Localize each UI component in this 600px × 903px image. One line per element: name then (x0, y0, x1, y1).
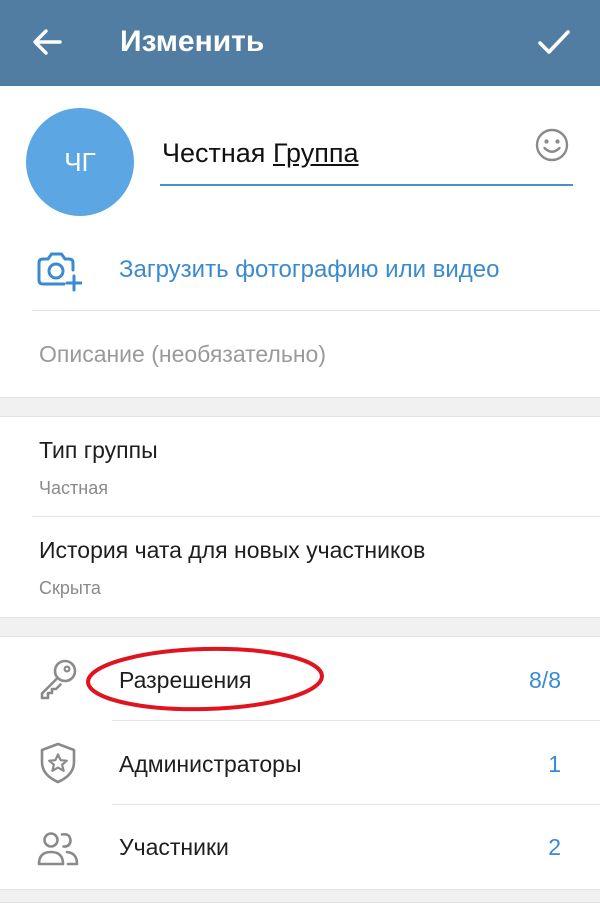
section-divider (0, 889, 600, 903)
upload-photo-link[interactable]: Загрузить фотографию или видео (119, 255, 500, 285)
chat-history-label: История чата для новых участников (39, 537, 426, 563)
members-label: Участники (119, 834, 229, 860)
divider (112, 720, 600, 721)
members-count: 2 (548, 834, 561, 860)
administrators-label: Администраторы (119, 751, 302, 777)
group-name-word-2: Группа (272, 138, 359, 168)
divider (112, 804, 600, 805)
group-name-field[interactable]: Честная Группа (160, 118, 573, 186)
key-icon (40, 659, 77, 700)
checkmark-icon[interactable] (536, 25, 572, 59)
avatar-initials: ЧГ (64, 147, 96, 177)
group-name-value[interactable]: Честная Группа (162, 136, 359, 170)
section-divider (0, 617, 600, 637)
permissions-count: 8/8 (529, 667, 561, 693)
page-title: Изменить (120, 25, 265, 58)
group-avatar[interactable]: ЧГ (26, 108, 134, 216)
description-input[interactable]: Описание (необязательно) (39, 339, 326, 369)
group-type-label: Тип группы (39, 437, 158, 463)
shield-star-icon (40, 742, 76, 784)
group-name-word-1: Честная (162, 138, 266, 168)
highlight-ellipse (86, 646, 324, 712)
divider (32, 516, 600, 517)
section-divider (0, 397, 600, 417)
divider (32, 310, 600, 311)
arrow-left-icon[interactable] (30, 25, 64, 59)
smiley-icon[interactable] (534, 127, 570, 163)
administrators-count: 1 (548, 751, 561, 777)
app-bar: Изменить (0, 0, 600, 86)
camera-add-icon[interactable] (36, 250, 82, 292)
group-type-value: Частная (39, 478, 108, 498)
chat-history-value: Скрыта (39, 578, 101, 598)
people-icon (37, 832, 79, 866)
